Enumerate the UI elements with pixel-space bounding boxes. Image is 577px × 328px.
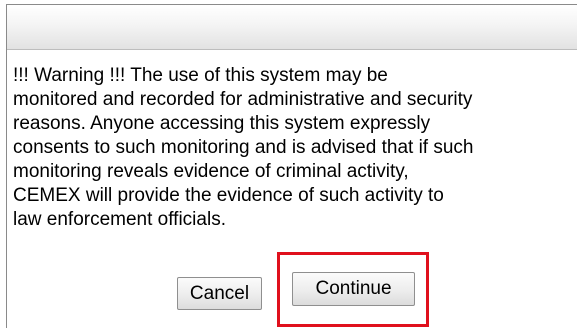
warning-message: !!! Warning !!! The use of this system m… (13, 65, 474, 230)
screenshot-frame: !!! Warning !!! The use of this system m… (0, 0, 577, 328)
continue-button-highlight: Continue (277, 252, 429, 327)
continue-button[interactable]: Continue (292, 272, 415, 306)
dialog-title-bar[interactable] (7, 5, 577, 50)
cancel-button[interactable]: Cancel (177, 277, 262, 310)
